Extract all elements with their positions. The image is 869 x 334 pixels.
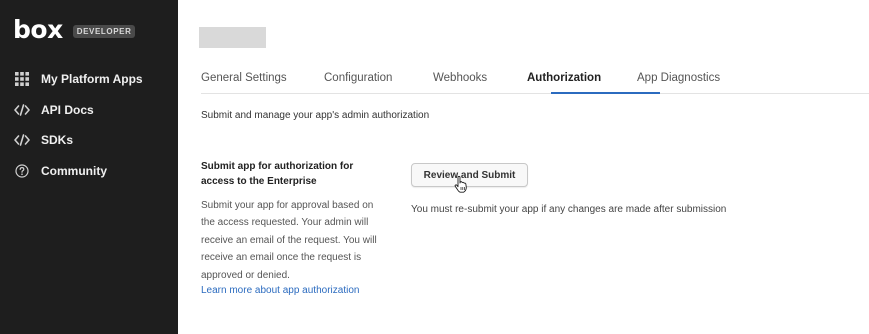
resubmit-notice: You must re-submit your app if any chang… [411,204,727,215]
sidebar-item-sdks[interactable]: SDKs [0,125,178,156]
sidebar: box DEVELOPER My Platform Apps API Docs [0,0,178,334]
sidebar-nav: My Platform Apps API Docs SDKs Community [0,64,178,186]
grid-icon [14,71,30,87]
developer-badge: DEVELOPER [72,24,136,38]
review-and-submit-button[interactable]: Review and Submit [411,163,528,187]
app-title-placeholder [199,27,266,48]
brand[interactable]: box DEVELOPER [13,16,136,44]
sidebar-item-label: API Docs [41,102,94,117]
sidebar-item-label: SDKs [41,133,74,148]
question-circle-icon [14,163,30,179]
section-description: Submit your app for approval based on th… [201,200,377,281]
main-content: General Settings Configuration Webhooks … [178,0,869,334]
learn-more-link[interactable]: Learn more about app authorization [201,285,359,296]
sidebar-item-community[interactable]: Community [0,156,178,187]
sidebar-item-label: Community [41,163,107,178]
sidebar-item-label: My Platform Apps [41,72,143,87]
box-logo[interactable]: box [13,16,63,44]
sidebar-item-my-platform-apps[interactable]: My Platform Apps [0,64,178,95]
tab-app-diagnostics[interactable]: App Diagnostics [637,64,720,94]
section-heading: Submit app for authorization for access … [201,161,354,187]
code-icon [14,132,30,148]
page-subtitle: Submit and manage your app's admin autho… [201,110,430,121]
code-icon [14,102,30,118]
tab-webhooks[interactable]: Webhooks [433,64,487,94]
sidebar-item-api-docs[interactable]: API Docs [0,95,178,126]
tab-general-settings[interactable]: General Settings [201,64,287,94]
active-tab-indicator [551,92,660,94]
tab-authorization[interactable]: Authorization [527,64,601,94]
tab-configuration[interactable]: Configuration [324,64,392,94]
tab-bar: General Settings Configuration Webhooks … [201,64,869,94]
